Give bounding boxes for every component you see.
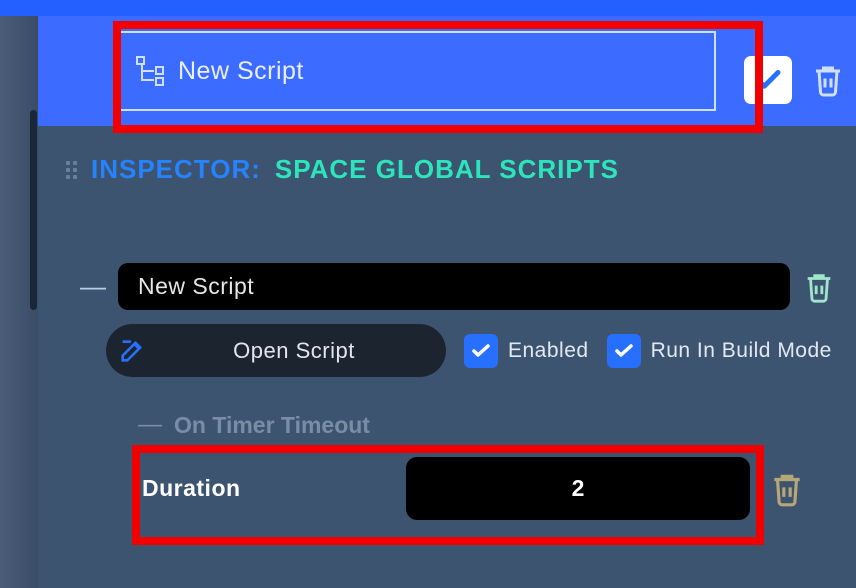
flow-icon xyxy=(134,56,164,86)
delete-header-button[interactable] xyxy=(806,58,850,102)
edit-icon xyxy=(118,337,146,365)
trash-icon xyxy=(802,270,836,304)
run-build-control: Run In Build Mode xyxy=(607,334,832,368)
inspector-label-text: INSPECTOR: xyxy=(91,154,261,185)
check-icon xyxy=(753,65,783,95)
timer-section-header[interactable]: — On Timer Timeout xyxy=(138,411,836,439)
enabled-control: Enabled xyxy=(464,334,589,368)
enabled-checkbox[interactable] xyxy=(464,334,498,368)
script-name-input[interactable]: New Script xyxy=(118,263,790,310)
enabled-label: Enabled xyxy=(508,339,589,363)
run-build-checkbox[interactable] xyxy=(607,334,641,368)
open-script-button[interactable]: Open Script xyxy=(106,324,446,377)
script-title-field[interactable]: New Script xyxy=(118,31,716,111)
header-actions xyxy=(744,56,850,104)
confirm-button[interactable] xyxy=(744,56,792,104)
script-name-row: — New Script xyxy=(66,263,836,310)
run-build-label: Run In Build Mode xyxy=(651,339,832,363)
duration-row: Duration 2 xyxy=(138,457,836,520)
script-header-bar: New Script xyxy=(38,16,856,126)
collapse-toggle[interactable]: — xyxy=(80,271,106,302)
script-title-text: New Script xyxy=(178,57,304,86)
drag-handle-icon[interactable] xyxy=(66,161,77,179)
delete-script-button[interactable] xyxy=(802,270,836,304)
check-icon xyxy=(612,339,636,363)
scrollbar[interactable] xyxy=(30,110,37,310)
trash-icon xyxy=(810,62,846,98)
duration-label: Duration xyxy=(138,475,388,502)
timer-section: — On Timer Timeout Duration 2 xyxy=(66,411,836,520)
top-strip xyxy=(0,0,856,16)
inspector-panel: INSPECTOR: SPACE GLOBAL SCRIPTS — New Sc… xyxy=(38,126,856,588)
script-controls-row: Open Script Enabled Run In Build Mode xyxy=(66,324,836,377)
inspector-heading: INSPECTOR: SPACE GLOBAL SCRIPTS xyxy=(66,154,836,185)
timer-section-title: On Timer Timeout xyxy=(174,412,370,439)
duration-input[interactable]: 2 xyxy=(406,457,750,520)
delete-duration-button[interactable] xyxy=(768,470,806,508)
check-icon xyxy=(469,339,493,363)
inspector-subtitle: SPACE GLOBAL SCRIPTS xyxy=(275,154,619,185)
open-script-label: Open Script xyxy=(168,338,420,364)
collapse-toggle-sub[interactable]: — xyxy=(138,411,162,439)
trash-icon xyxy=(768,470,806,508)
